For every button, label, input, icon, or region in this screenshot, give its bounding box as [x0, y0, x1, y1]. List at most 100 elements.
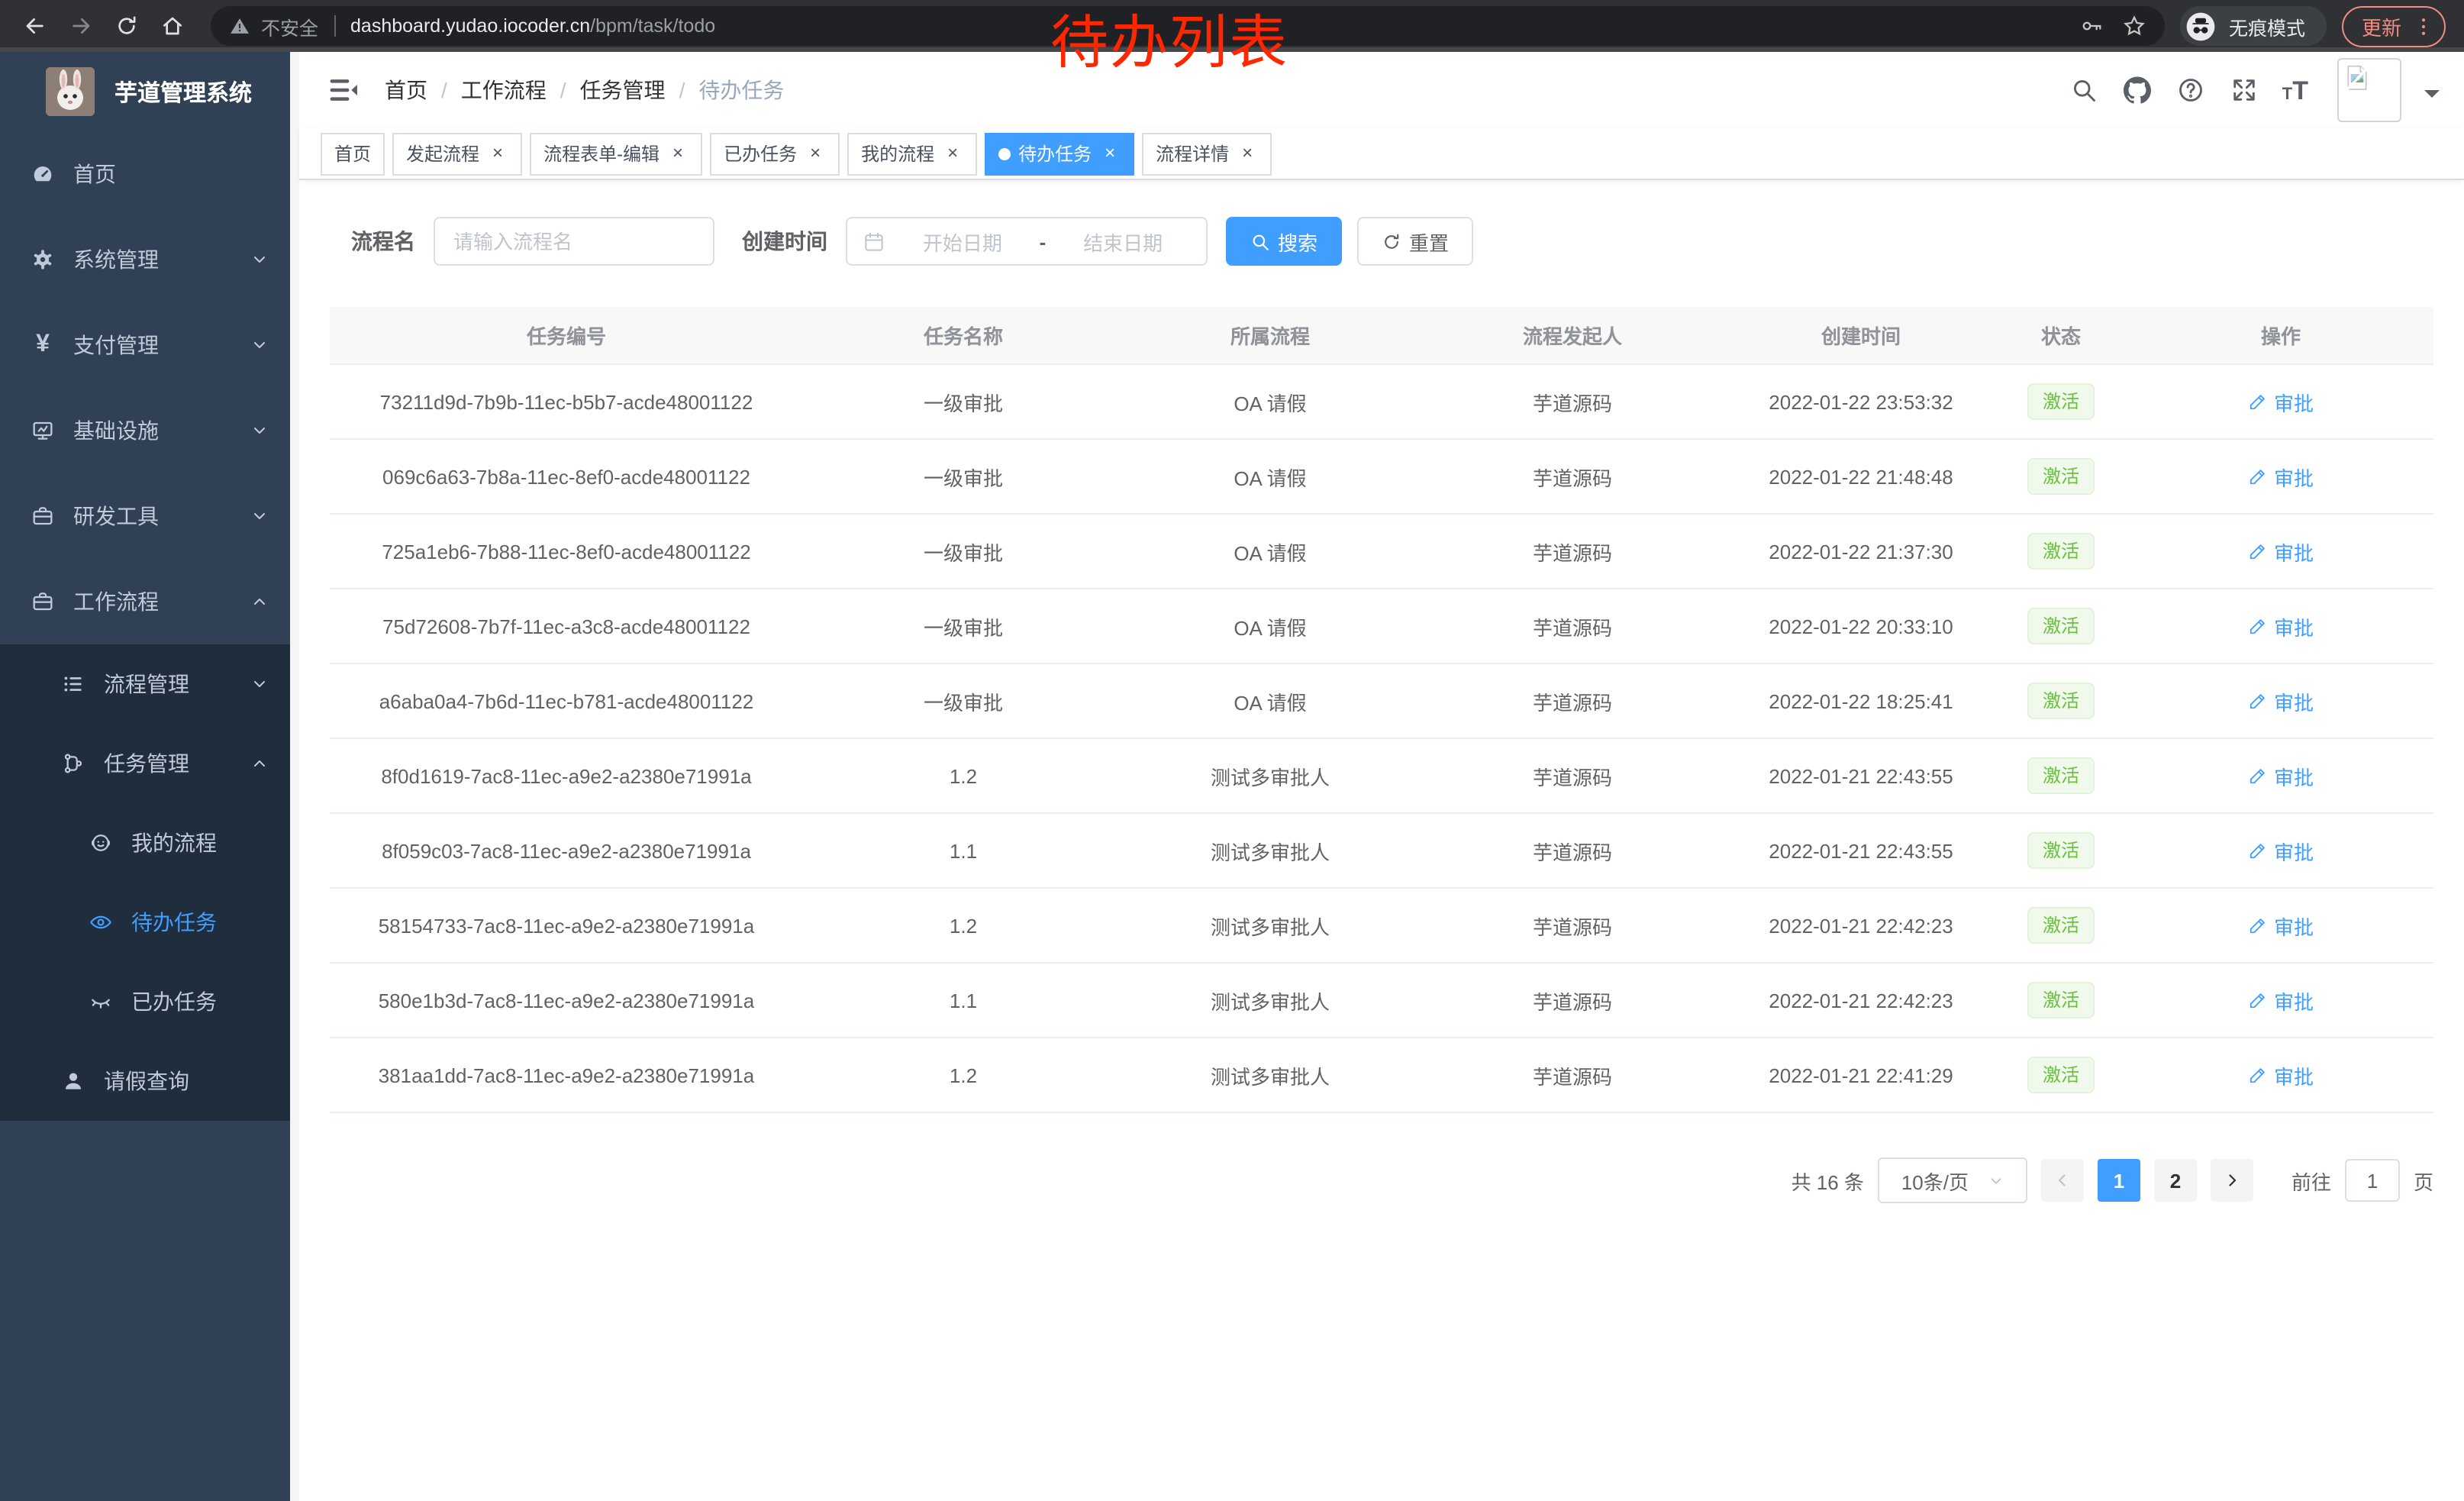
tab-1[interactable]: 发起流程×: [392, 132, 522, 175]
page-content: 流程名 创建时间 开始日期 - 结束日期 搜索 重: [299, 180, 2464, 1501]
annotation-overlay-text: 待办列表: [1050, 14, 1288, 78]
table-row: a6aba0a4-7b6d-11ec-b781-acde48001122一级审批…: [330, 663, 2433, 738]
page-button-2[interactable]: 2: [2154, 1159, 2197, 1202]
font-size-icon[interactable]: TT: [2282, 77, 2308, 103]
tab-5[interactable]: 待办任务×: [985, 132, 1134, 175]
avatar[interactable]: [2337, 58, 2401, 122]
cell-initiator: 芋道源码: [1417, 514, 1728, 589]
browser-home-button[interactable]: [150, 5, 195, 47]
tab-close-icon[interactable]: ×: [1237, 143, 1258, 164]
github-icon[interactable]: [2122, 75, 2153, 105]
search-icon[interactable]: [2069, 75, 2099, 105]
reset-button[interactable]: 重置: [1357, 217, 1473, 266]
breadcrumb-separator: /: [441, 78, 447, 102]
browser-reload-button[interactable]: [104, 5, 150, 47]
tab-close-icon[interactable]: ×: [667, 143, 689, 164]
tab-label: 首页: [334, 140, 371, 166]
briefcase-icon: [31, 504, 55, 528]
start-date-placeholder[interactable]: 开始日期: [895, 227, 1030, 256]
breadcrumb-item-0[interactable]: 首页: [385, 75, 427, 105]
end-date-placeholder[interactable]: 结束日期: [1055, 227, 1191, 256]
table-row: 580e1b3d-7ac8-11ec-a9e2-a2380e71991a1.1测…: [330, 963, 2433, 1038]
bookmark-star-icon[interactable]: [2122, 14, 2146, 38]
sidebar-item-3[interactable]: 基础设施: [0, 388, 299, 473]
breadcrumb-item-1[interactable]: 工作流程: [461, 75, 547, 105]
tab-close-icon[interactable]: ×: [942, 143, 963, 164]
sidebar-item-0[interactable]: 首页: [0, 131, 299, 217]
prev-page-button[interactable]: [2041, 1159, 2084, 1202]
tab-4[interactable]: 我的流程×: [847, 132, 977, 175]
update-label[interactable]: 更新: [2362, 11, 2401, 40]
avatar-dropdown-caret[interactable]: [2424, 90, 2440, 105]
approve-link[interactable]: 审批: [2248, 387, 2314, 416]
page-size-select[interactable]: 10条/页: [1878, 1157, 2027, 1203]
briefcase-icon: [31, 589, 55, 614]
tab-close-icon[interactable]: ×: [487, 143, 508, 164]
sidebar-item-1[interactable]: 系统管理: [0, 217, 299, 302]
sidebar-collapse-icon[interactable]: [327, 73, 360, 107]
approve-link-label: 审批: [2274, 911, 2314, 940]
cell-name: 一级审批: [803, 663, 1124, 738]
sidebar-item-9[interactable]: 待办任务: [0, 883, 299, 962]
tab-close-icon[interactable]: ×: [805, 143, 826, 164]
process-name-input[interactable]: [434, 217, 714, 266]
security-label[interactable]: 不安全: [261, 11, 318, 40]
search-button[interactable]: 搜索: [1226, 217, 1342, 266]
sidebar-item-label: 待办任务: [131, 907, 217, 938]
sidebar-item-label: 支付管理: [73, 330, 159, 360]
approve-link[interactable]: 审批: [2248, 686, 2314, 715]
edit-pencil-icon: [2248, 766, 2268, 786]
tab-0[interactable]: 首页: [321, 132, 385, 175]
approve-link[interactable]: 审批: [2248, 612, 2314, 641]
cell-name: 一级审批: [803, 364, 1124, 439]
help-icon[interactable]: [2175, 75, 2206, 105]
tab-close-icon[interactable]: ×: [1099, 143, 1121, 164]
sidebar-item-7[interactable]: 任务管理: [0, 724, 299, 803]
sidebar-item-4[interactable]: 研发工具: [0, 473, 299, 559]
sidebar-item-5[interactable]: 工作流程: [0, 559, 299, 644]
goto-page-input[interactable]: [2345, 1159, 2400, 1202]
not-secure-warning-icon: [229, 15, 250, 37]
cell-initiator: 芋道源码: [1417, 1038, 1728, 1112]
cell-initiator: 芋道源码: [1417, 364, 1728, 439]
tab-6[interactable]: 流程详情×: [1142, 132, 1272, 175]
sidebar-scrollbar[interactable]: [290, 52, 299, 1501]
password-key-icon[interactable]: [2079, 14, 2104, 38]
page-button-1[interactable]: 1: [2098, 1159, 2140, 1202]
browser-menu-icon[interactable]: [2412, 15, 2435, 37]
fullscreen-icon[interactable]: [2229, 75, 2259, 105]
sidebar-logo-row[interactable]: 芋道管理系统: [0, 52, 299, 131]
approve-link[interactable]: 审批: [2248, 911, 2314, 940]
user-icon: [61, 1069, 85, 1093]
approve-link[interactable]: 审批: [2248, 537, 2314, 566]
tab-3[interactable]: 已办任务 ×: [710, 132, 840, 175]
cell-status: 激活: [1994, 813, 2128, 888]
tab-2[interactable]: 流程表单-编辑×: [530, 132, 702, 175]
approve-link-label: 审批: [2274, 462, 2314, 491]
approve-link[interactable]: 审批: [2248, 836, 2314, 865]
sidebar-item-6[interactable]: 流程管理: [0, 644, 299, 724]
browser-back-button[interactable]: [12, 5, 58, 47]
tab-label: 已办任务: [724, 140, 797, 166]
table-header-row: 任务编号任务名称所属流程流程发起人创建时间状态操作: [330, 307, 2433, 364]
reset-button-label: 重置: [1409, 227, 1449, 256]
browser-forward-button[interactable]: [58, 5, 104, 47]
browser-update-button[interactable]: 更新: [2342, 5, 2446, 47]
calendar-icon: [863, 230, 885, 253]
approve-link[interactable]: 审批: [2248, 1060, 2314, 1089]
breadcrumb-item-2[interactable]: 任务管理: [580, 75, 666, 105]
sidebar-item-label: 基础设施: [73, 415, 159, 446]
sidebar-item-8[interactable]: 我的流程: [0, 803, 299, 883]
approve-link[interactable]: 审批: [2248, 462, 2314, 491]
status-badge: 激活: [2027, 458, 2095, 495]
approve-link[interactable]: 审批: [2248, 761, 2314, 790]
sidebar-item-2[interactable]: ¥支付管理: [0, 302, 299, 388]
next-page-button[interactable]: [2211, 1159, 2253, 1202]
filter-bar: 流程名 创建时间 开始日期 - 结束日期 搜索 重: [330, 217, 2433, 266]
table-row: 58154733-7ac8-11ec-a9e2-a2380e71991a1.2测…: [330, 888, 2433, 963]
date-range-picker[interactable]: 开始日期 - 结束日期: [846, 217, 1208, 266]
approve-link[interactable]: 审批: [2248, 986, 2314, 1015]
approve-link-label: 审批: [2274, 986, 2314, 1015]
sidebar-item-11[interactable]: 请假查询: [0, 1041, 299, 1121]
sidebar-item-10[interactable]: 已办任务: [0, 962, 299, 1041]
